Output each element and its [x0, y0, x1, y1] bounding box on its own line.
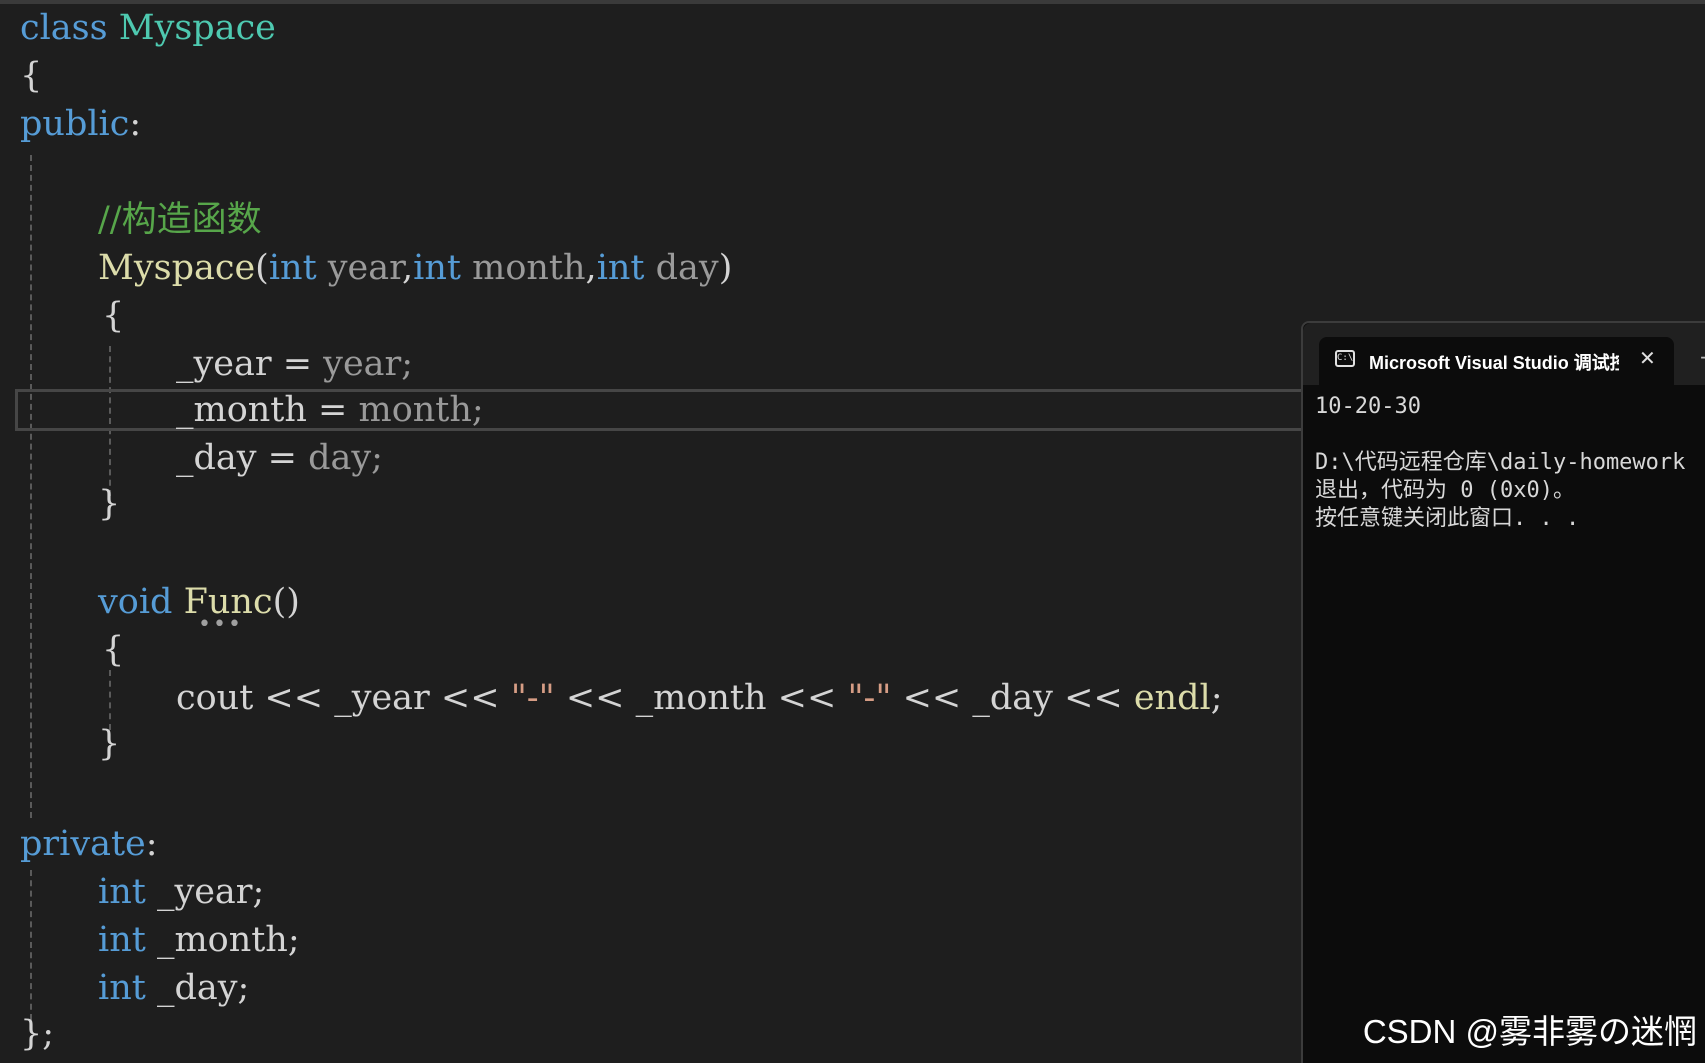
param-year: year; — [323, 344, 414, 384]
string-dash: "-" — [510, 678, 555, 718]
comma: , — [402, 248, 414, 288]
colon: : — [145, 824, 158, 864]
code-line-8: _year = year; — [176, 340, 413, 388]
console-line-1: 10-20-30 — [1315, 394, 1421, 419]
brace-close: } — [98, 724, 121, 764]
close-icon[interactable]: ✕ — [1639, 346, 1656, 370]
code-line-11: } — [98, 480, 120, 528]
code-line-21: int _day; — [98, 964, 249, 1012]
code-line-19: int _year; — [98, 868, 264, 916]
screen: class Myspace { public: //构造函数 Myspace(i… — [0, 0, 1705, 1063]
console-tab[interactable]: C:\ Microsoft Visual Studio 调试控制台 ✕ — [1319, 337, 1674, 385]
decl-month: _month; — [145, 920, 300, 960]
suggestion-dots: ••• — [198, 612, 243, 637]
member-month: _month — [176, 390, 307, 430]
debug-console-window[interactable]: C:\ Microsoft Visual Studio 调试控制台 ✕ + 10… — [1301, 321, 1705, 1063]
code-line-14: { — [102, 626, 124, 674]
ctor-name: Myspace — [98, 248, 256, 288]
parens: () — [272, 582, 300, 622]
paren-open: ( — [255, 248, 269, 288]
code-line-7: { — [102, 292, 124, 340]
kw-int: int — [268, 248, 317, 288]
brace-close: } — [98, 484, 121, 524]
kw-public: public — [20, 104, 130, 144]
indent-guide-class — [30, 155, 32, 818]
indent-guide-private — [30, 870, 32, 1020]
assign-op: = — [271, 344, 324, 384]
assign-op: = — [256, 438, 309, 478]
code-line-1: class Myspace — [20, 4, 276, 52]
brace-open: { — [20, 56, 43, 96]
console-line-2 — [1315, 421, 1705, 449]
stream-op: << — [253, 678, 335, 718]
cout: cout — [176, 678, 254, 718]
code-line-10: _day = day; — [176, 434, 383, 482]
decl-year: _year; — [145, 872, 265, 912]
console-titlebar[interactable]: C:\ Microsoft Visual Studio 调试控制台 ✕ + — [1303, 323, 1705, 385]
console-line-3: D:\代码远程仓库\daily-homework — [1315, 450, 1686, 475]
code-line-5: //构造函数 — [98, 196, 262, 244]
code-line-3: public: — [20, 100, 141, 148]
stream-op: << — [766, 678, 848, 718]
kw-int: int — [413, 248, 461, 288]
comment-constructor: //构造函数 — [98, 200, 262, 240]
stream-op: << — [554, 678, 636, 718]
member-year: _year — [334, 678, 430, 718]
class-name: Myspace — [118, 8, 276, 48]
assign-op: = — [306, 390, 359, 430]
kw-int: int — [596, 248, 645, 288]
code-line-9: _month = month; — [176, 386, 484, 434]
code-line-6: Myspace(int year,int month,int day) — [98, 244, 732, 292]
param-day: day; — [308, 438, 383, 478]
param-day: day — [655, 248, 719, 288]
code-line-18: private: — [20, 820, 158, 868]
watermark: CSDN @雾非雾の迷惘 — [1362, 1013, 1697, 1050]
endl: endl — [1133, 678, 1211, 718]
brace-close-semicolon: }; — [20, 1014, 55, 1054]
decl-day: _day; — [145, 968, 250, 1008]
member-month: _month — [635, 678, 767, 718]
param-month: month — [472, 248, 586, 288]
code-line-2: { — [20, 52, 42, 100]
kw-int: int — [98, 872, 146, 912]
colon: : — [129, 104, 142, 144]
paren-close: ) — [718, 248, 733, 288]
console-line-4: 退出，代码为 0 (0x0)。 — [1315, 478, 1575, 503]
comma: , — [585, 248, 597, 288]
terminal-icon: C:\ — [1335, 350, 1355, 367]
member-year: _year — [176, 344, 272, 384]
code-line-16: } — [98, 720, 120, 768]
string-dash: "-" — [847, 678, 892, 718]
code-line-20: int _month; — [98, 916, 300, 964]
kw-class: class — [20, 8, 108, 48]
brace-open: { — [102, 630, 125, 670]
kw-int: int — [98, 968, 146, 1008]
console-tab-title: Microsoft Visual Studio 调试控制台 — [1369, 353, 1619, 373]
console-output: 10-20-30 D:\代码远程仓库\daily-homework 退出，代码为 0… — [1315, 393, 1705, 533]
new-tab-icon[interactable]: + — [1699, 345, 1705, 369]
code-line-22: }; — [20, 1010, 54, 1058]
member-day: _day — [176, 438, 257, 478]
member-day: _day — [972, 678, 1053, 718]
brace-open: { — [102, 296, 125, 336]
stream-op: << — [891, 678, 973, 718]
param-month: month; — [358, 390, 484, 430]
console-line-5: 按任意键关闭此窗口. . . — [1315, 506, 1580, 531]
semicolon: ; — [1210, 678, 1223, 718]
kw-int: int — [98, 920, 146, 960]
kw-void: void — [98, 582, 173, 622]
param-year: year — [327, 248, 403, 288]
kw-private: private — [20, 824, 146, 864]
stream-op: << — [429, 678, 511, 718]
stream-op: << — [1052, 678, 1134, 718]
code-line-15: cout << _year << "-" << _month << "-" <<… — [176, 674, 1223, 722]
